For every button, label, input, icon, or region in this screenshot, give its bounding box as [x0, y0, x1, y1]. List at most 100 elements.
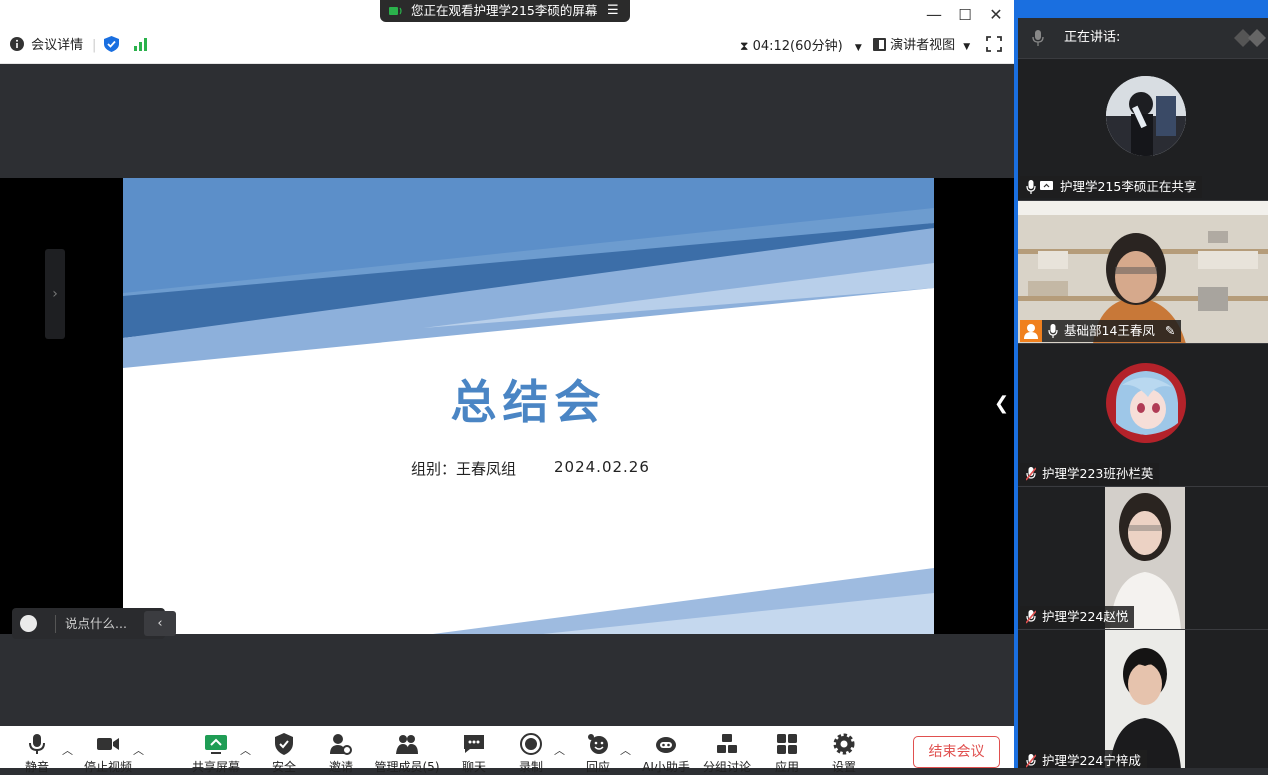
participant-name-tag: 基础部14王春凤 ✎: [1042, 320, 1182, 342]
participant-name: 护理学224赵悦: [1042, 609, 1129, 624]
microphone-icon: [1048, 324, 1058, 338]
chevron-right-icon: ›: [52, 286, 58, 302]
chat-input[interactable]: 说点什么...: [65, 608, 127, 639]
slide-group: 组别：王春凤组: [411, 460, 517, 478]
chevron-up-icon[interactable]: ︿: [62, 742, 73, 758]
collapse-sidebar-button[interactable]: ❮: [994, 393, 1009, 414]
timer[interactable]: ⧗ 04:12(60分钟) ▼: [740, 30, 862, 64]
screen-share-icon: [1040, 181, 1053, 190]
reactions-label: 回应: [585, 760, 610, 774]
participants-icon: [396, 735, 418, 754]
timer-label: 04:12(60分钟): [752, 39, 843, 54]
reactions-button[interactable]: 回应: [578, 726, 618, 774]
menu-icon[interactable]: ☰: [607, 0, 619, 22]
chevron-down-icon: ▼: [854, 43, 862, 53]
participant-tile[interactable]: 护理学224宁梓成: [1018, 629, 1268, 768]
participant-name: 护理学224宁梓成: [1042, 753, 1141, 768]
chevron-up-icon[interactable]: ︿: [554, 742, 565, 758]
participants-button[interactable]: 管理成员(5): [374, 726, 440, 774]
speaking-label: 正在讲话:: [1064, 30, 1121, 45]
microphone-icon: [1032, 30, 1044, 46]
meeting-details-button[interactable]: 会议详情: [10, 30, 83, 64]
emoji-icon[interactable]: [20, 615, 37, 632]
invite-label: 邀请: [328, 760, 353, 774]
ai-assistant-label: AI小助手: [642, 760, 690, 774]
robot-icon: [656, 737, 676, 753]
chat-icon: [464, 735, 484, 753]
chat-label: 聊天: [461, 760, 486, 774]
participant-tile[interactable]: 护理学223班孙栏英: [1018, 343, 1268, 486]
participants-label: 管理成员(5): [374, 760, 440, 774]
mute-label: 静音: [24, 760, 49, 774]
info-icon: [10, 37, 24, 51]
participant-tile[interactable]: 护理学215李硕正在共享: [1018, 58, 1268, 200]
security-button[interactable]: 安全: [264, 726, 304, 774]
end-meeting-button[interactable]: 结束会议: [913, 736, 1000, 768]
shield-icon: [275, 733, 293, 755]
apps-button[interactable]: 应用: [767, 726, 807, 774]
breakout-label: 分组讨论: [702, 760, 751, 774]
fullscreen-icon[interactable]: [986, 30, 1002, 64]
host-icon: [1020, 320, 1042, 342]
avatar: [1106, 76, 1186, 156]
participant-name-tag: 护理学224宁梓成: [1020, 750, 1147, 768]
security-label: 安全: [271, 760, 296, 774]
side-panel-handle[interactable]: ›: [45, 249, 65, 339]
chevron-down-icon: ▼: [963, 42, 971, 52]
participant-video: [1105, 630, 1185, 768]
participant-name: 基础部14王春凤: [1064, 323, 1155, 338]
invite-button[interactable]: 邀请: [321, 726, 361, 774]
signal-icon[interactable]: [134, 30, 148, 64]
apps-grid-icon: [777, 734, 797, 754]
minimize-button[interactable]: —: [923, 4, 945, 26]
info-bar: 会议详情 | ⧗ 04:12(60分钟) ▼ 演讲者视图 ▼: [0, 30, 1014, 64]
share-screen-label: 共享屏幕: [191, 760, 240, 774]
view-mode-label: 演讲者视图: [890, 38, 956, 53]
close-button[interactable]: ✕: [985, 4, 1007, 26]
speaker-icon: [389, 7, 402, 15]
sharing-banner-text: 您正在观看护理学215李硕的屏幕: [411, 3, 598, 18]
share-screen-button[interactable]: 共享屏幕: [190, 726, 242, 774]
add-user-icon: [330, 734, 352, 755]
microphone-icon: [29, 734, 45, 754]
chevron-up-icon[interactable]: ︿: [133, 742, 144, 758]
layout-icon: [873, 38, 886, 51]
gear-icon: [833, 733, 855, 755]
record-label: 录制: [518, 760, 543, 774]
chevron-up-icon[interactable]: ︿: [620, 742, 631, 758]
divider: |: [92, 38, 97, 53]
title-bar: 您正在观看护理学215李硕的屏幕 ☰ — ☐ ✕: [0, 0, 1014, 30]
stop-video-button[interactable]: 停止视频: [82, 726, 134, 774]
collapse-chat-button[interactable]: ‹: [144, 611, 176, 636]
edit-pencil-icon[interactable]: ✎: [1165, 323, 1175, 338]
main-area: 您正在观看护理学215李硕的屏幕 ☰ — ☐ ✕ 会议详情 | ⧗ 04:12(…: [0, 0, 1014, 774]
sharing-banner[interactable]: 您正在观看护理学215李硕的屏幕 ☰: [380, 0, 630, 22]
microphone-muted-icon: [1026, 610, 1036, 624]
sidebar-top-accent: [1014, 0, 1268, 18]
participant-tile[interactable]: 护理学224赵悦: [1018, 486, 1268, 629]
ai-assistant-button[interactable]: AI小助手: [640, 726, 692, 774]
settings-button[interactable]: 设置: [824, 726, 864, 774]
chevron-up-icon[interactable]: ︿: [240, 742, 251, 758]
divider: [55, 615, 56, 633]
slide-title: 总结会: [450, 375, 607, 429]
breakout-icon: [717, 734, 737, 753]
security-shield-icon[interactable]: [104, 30, 119, 64]
view-mode-button[interactable]: 演讲者视图 ▼: [873, 30, 970, 64]
stop-video-label: 停止视频: [83, 760, 132, 774]
microphone-muted-icon: [1026, 754, 1036, 768]
participant-tile[interactable]: 基础部14王春凤 ✎: [1018, 200, 1268, 343]
record-button[interactable]: 录制: [511, 726, 551, 774]
microphone-muted-icon: [1026, 467, 1036, 481]
slide-date: 2024.02.26: [554, 458, 650, 476]
participant-name: 护理学223班孙栏英: [1042, 466, 1154, 481]
speaking-indicator: 正在讲话:: [1018, 18, 1268, 58]
mute-button[interactable]: 静音: [17, 726, 57, 774]
apps-label: 应用: [774, 760, 799, 774]
chat-button[interactable]: 聊天: [454, 726, 494, 774]
shared-slide: 总结会 组别：王春凤组 2024.02.26: [123, 178, 934, 634]
maximize-button[interactable]: ☐: [954, 4, 976, 26]
chat-input-bar[interactable]: 说点什么... ‹: [12, 608, 176, 639]
participant-name: 护理学215李硕正在共享: [1059, 179, 1197, 194]
breakout-button[interactable]: 分组讨论: [700, 726, 754, 774]
